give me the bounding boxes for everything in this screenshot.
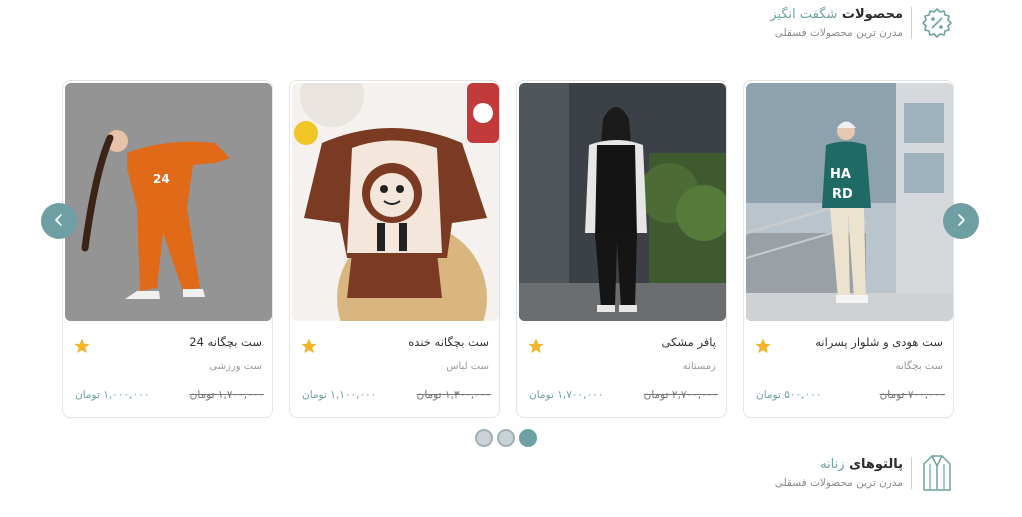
svg-text:RD: RD (832, 187, 853, 202)
product-category: ست بچگانه (895, 361, 943, 372)
product-price: ۵۰۰,۰۰۰ تومان (756, 389, 822, 401)
section-title: محصولات شگفت انگیز (770, 7, 903, 22)
product-old-price: ۷۰۰,۰۰۰ تومان (879, 389, 945, 401)
chevron-left-icon (52, 212, 66, 231)
section-header-women-coats: پالتوهای زنانه مدرن ترین محصولات فسقلی (775, 455, 954, 491)
product-old-price: ۲,۷۰۰,۰۰۰ تومان (643, 389, 718, 401)
section-title-accent: شگفت انگیز (770, 7, 838, 22)
product-name[interactable]: ست بچگانه خنده (408, 335, 489, 349)
section-title: پالتوهای زنانه (775, 457, 903, 472)
discount-badge-icon (920, 6, 954, 40)
product-image[interactable]: HA RD (746, 83, 953, 321)
pagination-dot-2[interactable] (497, 429, 515, 447)
product-card[interactable]: پافر مشکی زمستانه ۱,۷۰۰,۰۰۰ تومان ۲,۷۰۰,… (516, 80, 727, 418)
pagination-dot-1[interactable] (475, 429, 493, 447)
product-price: ۱,۰۰۰,۰۰۰ تومان (75, 389, 150, 401)
product-carousel: HA RD ست هودی و شلوار پسرانه ست بچگانه ۵… (62, 80, 954, 418)
section-subtitle: مدرن ترین محصولات فسقلی (774, 27, 903, 39)
product-category: ست ورزشی (209, 361, 262, 372)
section-subtitle: مدرن ترین محصولات فسقلی (774, 477, 903, 489)
product-card[interactable]: 24 ست بچگانه 24 ست ورزشی ۱,۰۰۰,۰۰۰ تومان… (62, 80, 273, 418)
star-icon[interactable] (73, 337, 91, 355)
carousel-next-button[interactable] (943, 203, 979, 239)
product-image[interactable]: 24 (65, 83, 272, 321)
svg-text:HA: HA (830, 167, 851, 182)
svg-text:24: 24 (153, 172, 170, 186)
chevron-right-icon (954, 212, 968, 231)
product-image[interactable] (292, 83, 499, 321)
product-name[interactable]: ست بچگانه 24 (189, 335, 262, 349)
product-image[interactable] (519, 83, 726, 321)
section-header-text: محصولات شگفت انگیز مدرن ترین محصولات فسق… (770, 7, 912, 39)
product-price: ۱,۱۰۰,۰۰۰ تومان (302, 389, 377, 401)
section-title-accent: زنانه (820, 457, 845, 472)
product-category: زمستانه (682, 361, 716, 372)
coat-icon (920, 455, 954, 491)
section-title-main: محصولات (841, 7, 903, 22)
star-icon[interactable] (754, 337, 772, 355)
carousel-pagination (475, 429, 537, 447)
product-card[interactable]: HA RD ست هودی و شلوار پسرانه ست بچگانه ۵… (743, 80, 954, 418)
product-old-price: ۱,۷۰۰,۰۰۰ تومان (189, 389, 264, 401)
pagination-dot-3[interactable] (519, 429, 537, 447)
product-category: ست لباس (446, 361, 489, 372)
product-name[interactable]: پافر مشکی (661, 335, 716, 349)
carousel-prev-button[interactable] (41, 203, 77, 239)
product-card[interactable]: ست بچگانه خنده ست لباس ۱,۱۰۰,۰۰۰ تومان ۱… (289, 80, 500, 418)
section-header-amazing: محصولات شگفت انگیز مدرن ترین محصولات فسق… (770, 6, 954, 40)
star-icon[interactable] (527, 337, 545, 355)
section-title-main: پالتوهای (849, 457, 903, 472)
product-old-price: ۱,۳۰۰,۰۰۰ تومان (416, 389, 491, 401)
product-price: ۱,۷۰۰,۰۰۰ تومان (529, 389, 604, 401)
product-name[interactable]: ست هودی و شلوار پسرانه (815, 335, 943, 349)
star-icon[interactable] (300, 337, 318, 355)
section-header-text: پالتوهای زنانه مدرن ترین محصولات فسقلی (775, 457, 912, 489)
